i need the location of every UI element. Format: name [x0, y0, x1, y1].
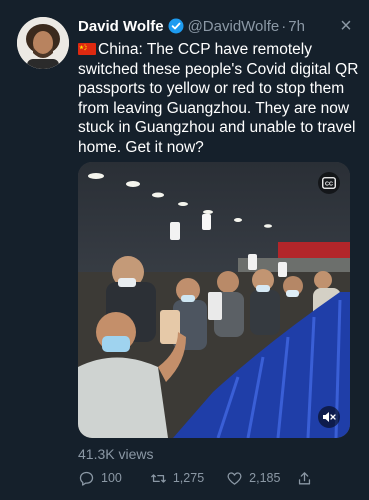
video-player[interactable]: CC: [78, 162, 350, 438]
reply-button[interactable]: 100: [78, 470, 122, 487]
retweet-count: 1,275: [172, 471, 205, 485]
tweet-text-block: China: The CCP have remotely switched th…: [78, 40, 363, 157]
tweet-header: David Wolfe @DavidWolfe · 7h: [78, 15, 355, 37]
tweet-time[interactable]: 7h: [288, 18, 305, 35]
heart-icon: [227, 471, 242, 485]
share-button[interactable]: [296, 470, 313, 487]
share-icon: [299, 471, 311, 484]
speaker-muted-icon[interactable]: [318, 406, 340, 428]
like-button[interactable]: 2,185: [226, 470, 280, 487]
china-flag-icon: [78, 41, 96, 55]
closed-captions-icon[interactable]: CC: [318, 172, 340, 194]
author-name[interactable]: David Wolfe: [78, 18, 164, 35]
view-count: 41.3K views: [78, 446, 154, 462]
verified-badge-icon: [168, 18, 184, 34]
svg-text:CC: CC: [325, 182, 333, 188]
tweet-text: China: The CCP have remotely switched th…: [78, 41, 359, 156]
video-frame: [78, 162, 350, 438]
reply-icon: [79, 471, 94, 486]
retweet-icon: [150, 473, 166, 483]
reply-count: 100: [101, 471, 122, 485]
like-count: 2,185: [249, 471, 281, 485]
close-icon[interactable]: ×: [337, 16, 355, 36]
retweet-button[interactable]: 1,275: [150, 470, 204, 487]
separator-dot: ·: [281, 17, 287, 35]
author-avatar[interactable]: [17, 17, 69, 69]
author-handle[interactable]: @DavidWolfe: [188, 18, 280, 35]
tweet-actions: 100 1,275 2,185: [78, 468, 313, 488]
